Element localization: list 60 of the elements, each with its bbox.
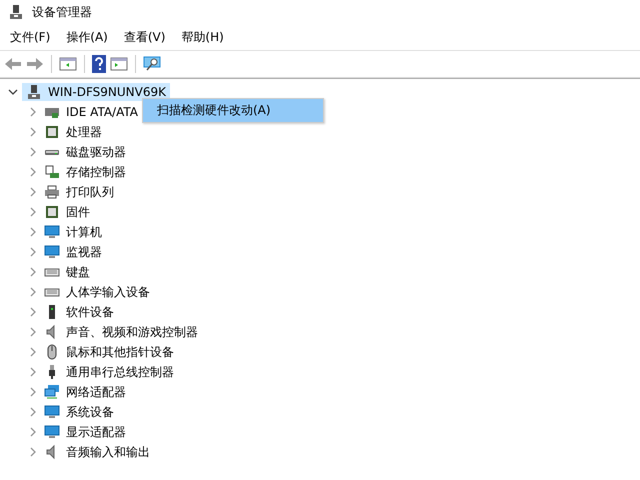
panel-icon[interactable] [59, 56, 77, 72]
computer-icon [8, 4, 24, 20]
monitor-icon [44, 224, 60, 240]
tree-item[interactable]: 打印队列 [66, 184, 114, 200]
tree-item[interactable]: 计算机 [66, 224, 102, 240]
expand-chevron-icon[interactable] [28, 207, 38, 217]
tree-item[interactable]: 网络适配器 [66, 384, 126, 400]
monitor-icon [44, 404, 60, 420]
tree-item[interactable]: 软件设备 [66, 304, 114, 320]
expand-chevron-icon[interactable] [28, 107, 38, 117]
chip-icon [44, 204, 60, 220]
help-icon[interactable] [92, 55, 106, 73]
expand-chevron-icon[interactable] [28, 347, 38, 357]
tree-item[interactable]: 声音、视频和游戏控制器 [66, 324, 198, 340]
menu-item[interactable]: 文件(F) [2, 26, 58, 48]
chip-icon [44, 124, 60, 140]
scan-monitor-icon[interactable] [143, 55, 161, 73]
tree-item[interactable]: 显示适配器 [66, 424, 126, 440]
tree-item[interactable]: 系统设备 [66, 404, 114, 420]
expand-chevron-icon[interactable] [28, 287, 38, 297]
tree-item[interactable]: 人体学输入设备 [66, 284, 150, 300]
tree-item[interactable]: 通用串行总线控制器 [66, 364, 174, 380]
expand-chevron-icon[interactable] [28, 447, 38, 457]
tree-item[interactable]: 磁盘驱动器 [66, 144, 126, 160]
tree-item[interactable]: 键盘 [66, 264, 90, 280]
forward-icon[interactable] [26, 56, 44, 72]
menu-item[interactable]: 操作(A) [58, 26, 116, 48]
printer-icon [44, 184, 60, 200]
expand-chevron-icon[interactable] [28, 387, 38, 397]
network-icon [44, 384, 60, 400]
tree-item[interactable]: IDE ATA/ATA [66, 105, 138, 119]
expand-chevron-icon[interactable] [28, 147, 38, 157]
monitor-icon [44, 424, 60, 440]
computer-icon [26, 84, 42, 100]
expand-chevron-icon[interactable] [28, 187, 38, 197]
expand-chevron-icon[interactable] [28, 367, 38, 377]
storage-icon [44, 164, 60, 180]
expand-chevron-icon[interactable] [28, 427, 38, 437]
expand-chevron-icon[interactable] [28, 247, 38, 257]
tree-item[interactable]: 鼠标和其他指针设备 [66, 344, 174, 360]
tree-item[interactable]: 监视器 [66, 244, 102, 260]
menu-item[interactable]: 扫描检测硬件改动(A) [143, 99, 323, 122]
menu-item[interactable]: 帮助(H) [173, 26, 232, 48]
tree-item[interactable]: 音频输入和输出 [66, 444, 150, 460]
properties-icon[interactable] [110, 56, 128, 72]
expand-chevron-icon[interactable] [28, 327, 38, 337]
expand-chevron-icon[interactable] [28, 227, 38, 237]
monitor-icon [44, 244, 60, 260]
collapse-chevron-icon[interactable] [8, 87, 18, 97]
back-icon[interactable] [4, 56, 22, 72]
expand-chevron-icon[interactable] [28, 127, 38, 137]
tree-item[interactable]: 固件 [66, 204, 90, 220]
tree-item[interactable]: 处理器 [66, 124, 102, 140]
expand-chevron-icon[interactable] [28, 267, 38, 277]
menu-item[interactable]: 查看(V) [116, 26, 174, 48]
expand-chevron-icon[interactable] [28, 167, 38, 177]
expand-chevron-icon[interactable] [28, 307, 38, 317]
window-title: 设备管理器 [32, 4, 92, 20]
expand-chevron-icon[interactable] [28, 407, 38, 417]
tree-item[interactable]: 存储控制器 [66, 164, 126, 180]
